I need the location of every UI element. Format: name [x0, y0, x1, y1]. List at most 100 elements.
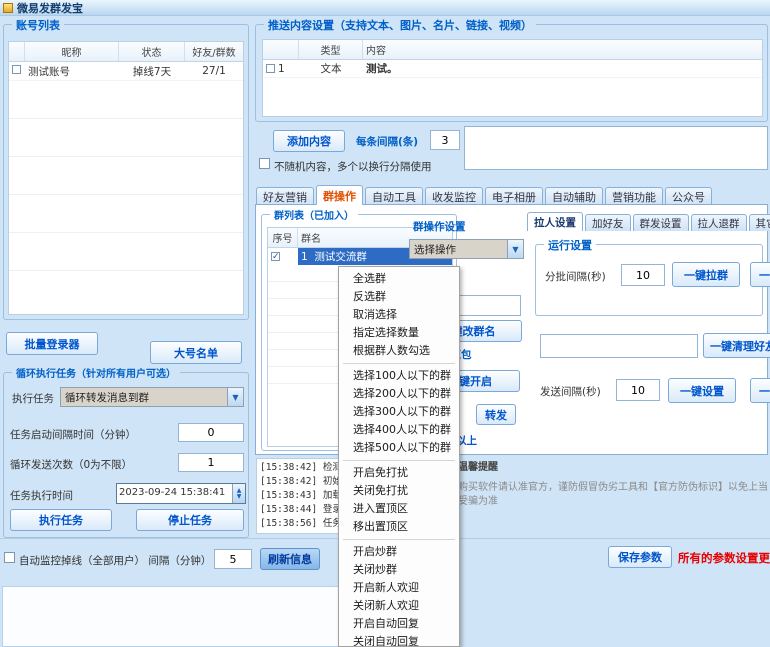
accounts-table[interactable]: 昵称 状态 好友/群数 测试账号 掉线7天 27/1	[8, 41, 244, 315]
refresh-info-button[interactable]: 刷新信息	[260, 548, 320, 570]
notice-box: 温馨提醒 购买软件请认准官方，谨防假冒伪劣工具和【官方防伪标识】以免上当受骗为准	[458, 458, 768, 534]
batch-interval-input[interactable]	[621, 264, 665, 286]
stop-task-button[interactable]: 停止任务	[136, 509, 244, 531]
task-groupbox: 循环执行任务（针对所有用户可选） 执行任务 循环转发消息到群 ▼ 任务启动间隔时…	[3, 372, 249, 538]
content-table[interactable]: 类型 内容 1 文本 测试。	[262, 39, 763, 117]
run-task-button[interactable]: 执行任务	[10, 509, 112, 531]
content-row[interactable]: 1 文本 测试。	[263, 60, 762, 78]
keyword-input[interactable]	[540, 334, 698, 358]
spinner-icon[interactable]: ▲▼	[232, 484, 245, 503]
content-header-content: 内容	[363, 40, 762, 59]
task-times-input[interactable]	[178, 453, 244, 472]
content-header-type: 类型	[299, 40, 363, 59]
menu-separator	[343, 460, 455, 461]
content-groupbox: 推送内容设置（支持文本、图片、名片、链接、视频） 类型 内容 1 文本 测试。	[255, 24, 768, 122]
content-table-header: 类型 内容	[263, 40, 762, 60]
menu-select-under-300[interactable]: 选择300人以下的群	[339, 403, 459, 421]
task-times-label: 循环发送次数（0为不限）	[10, 457, 132, 472]
task-group-title: 循环执行任务（针对所有用户可选）	[12, 365, 180, 380]
menu-disable-welcome[interactable]: 关闭新人欢迎	[339, 597, 459, 615]
menu-enable-dnd[interactable]: 开启免打扰	[339, 464, 459, 482]
account-nickname: 测试账号	[25, 63, 119, 80]
menu-select-by-members[interactable]: 根据群人数勾选	[339, 342, 459, 360]
content-interval-input[interactable]	[430, 130, 460, 150]
window-titlebar: 微易发群发宝	[0, 0, 770, 16]
notice-text: 购买软件请认准官方，谨防假冒伪劣工具和【官方防伪标识】以免上当受骗为准	[458, 481, 768, 509]
tab-add-friends[interactable]: 加好友	[585, 214, 631, 231]
invite-all-button[interactable]: 一键拉群	[672, 262, 740, 287]
accounts-groupbox: 账号列表 昵称 状态 好友/群数 测试账号 掉线7天 27/1	[3, 24, 249, 320]
task-time-value: 2023-09-24 15:38:41	[117, 484, 232, 503]
content-group-title: 推送内容设置（支持文本、图片、名片、链接、视频）	[264, 17, 536, 33]
tab-mass-send-settings[interactable]: 群发设置	[633, 214, 689, 231]
menu-enter-pinned[interactable]: 进入置顶区	[339, 500, 459, 518]
partial-button-right1[interactable]: 一键	[750, 262, 770, 287]
save-params-button[interactable]: 保存参数	[608, 546, 672, 568]
menu-disable-autoreply[interactable]: 关闭自动回复	[339, 633, 459, 647]
group-row-checkbox[interactable]	[271, 252, 280, 261]
forward-button[interactable]: 转发	[476, 404, 516, 425]
content-row-checkbox[interactable]	[266, 64, 275, 73]
tab-album[interactable]: 电子相册	[485, 187, 543, 205]
task-interval-input[interactable]	[178, 423, 244, 442]
accounts-group-title: 账号列表	[12, 17, 64, 33]
content-preview-textarea[interactable]	[464, 126, 768, 170]
tab-other[interactable]: 其它	[749, 214, 770, 231]
auto-monitor-checkbox[interactable]	[4, 552, 15, 563]
grouplist-header-num: 序号	[268, 228, 298, 247]
tab-friend-marketing[interactable]: 好友营销	[256, 187, 314, 205]
menu-exit-pinned[interactable]: 移出置顶区	[339, 518, 459, 536]
tab-kick-settings[interactable]: 拉人退群	[691, 214, 747, 231]
group-op-combobox[interactable]: 选择操作 ▼	[409, 239, 524, 259]
menu-enable-autoreply[interactable]: 开启自动回复	[339, 615, 459, 633]
partial-button-right3[interactable]: 一键	[750, 378, 770, 403]
menu-enable-welcome[interactable]: 开启新人欢迎	[339, 579, 459, 597]
grouplist-title: 群列表（已加入）	[270, 207, 358, 222]
tab-group-operations[interactable]: 群操作	[316, 185, 363, 205]
app-icon	[3, 3, 13, 13]
menu-enable-hype[interactable]: 开启炒群	[339, 543, 459, 561]
send-interval-input[interactable]	[616, 379, 660, 401]
monitor-interval-input[interactable]	[214, 549, 252, 569]
empty-row	[9, 119, 243, 157]
menu-select-under-100[interactable]: 选择100人以下的群	[339, 367, 459, 385]
tab-official-account[interactable]: 公众号	[665, 187, 712, 205]
one-key-set-button[interactable]: 一键设置	[668, 378, 736, 403]
chevron-down-icon[interactable]: ▼	[507, 240, 523, 258]
add-content-button[interactable]: 添加内容	[273, 130, 345, 152]
tab-message-monitor[interactable]: 收发监控	[425, 187, 483, 205]
group-op-label: 群操作设置	[413, 219, 466, 234]
accounts-header-nickname: 昵称	[25, 42, 119, 61]
content-row-content: 测试。	[363, 60, 762, 77]
big-list-button[interactable]: 大号名单	[150, 341, 242, 364]
task-time-picker[interactable]: 2023-09-24 15:38:41 ▲▼	[116, 483, 246, 504]
empty-row	[9, 195, 243, 233]
task-exec-combobox[interactable]: 循环转发消息到群 ▼	[60, 387, 244, 407]
batch-login-button[interactable]: 批量登录器	[6, 332, 98, 355]
empty-row	[9, 157, 243, 195]
tab-marketing-functions[interactable]: 营销功能	[605, 187, 663, 205]
account-row-checkbox[interactable]	[12, 65, 21, 74]
tab-auto-tools[interactable]: 自动工具	[365, 187, 423, 205]
menu-select-all-groups[interactable]: 全选群	[339, 270, 459, 288]
auto-monitor-label: 自动监控掉线（全部用户） 间隔（分钟）	[19, 553, 211, 568]
accounts-header-counts: 好友/群数	[185, 42, 243, 61]
task-exec-label: 执行任务	[12, 391, 54, 406]
menu-disable-dnd[interactable]: 关闭免打扰	[339, 482, 459, 500]
menu-select-under-400[interactable]: 选择400人以下的群	[339, 421, 459, 439]
chevron-down-icon[interactable]: ▼	[227, 388, 243, 406]
no-random-checkbox[interactable]	[259, 158, 270, 169]
menu-invert-selection[interactable]: 反选群	[339, 288, 459, 306]
menu-separator	[343, 539, 455, 540]
empty-row	[9, 81, 243, 119]
menu-cancel-selection[interactable]: 取消选择	[339, 306, 459, 324]
menu-select-under-200[interactable]: 选择200人以下的群	[339, 385, 459, 403]
menu-select-under-500[interactable]: 选择500人以下的群	[339, 439, 459, 457]
clean-friends-button[interactable]: 一键清理好友	[703, 333, 770, 358]
tab-invite-settings[interactable]: 拉人设置	[527, 212, 583, 231]
tab-auto-assist[interactable]: 自动辅助	[545, 187, 603, 205]
account-row[interactable]: 测试账号 掉线7天 27/1	[9, 62, 243, 81]
menu-select-count[interactable]: 指定选择数量	[339, 324, 459, 342]
bottom-panel	[2, 586, 388, 647]
menu-disable-hype[interactable]: 关闭炒群	[339, 561, 459, 579]
